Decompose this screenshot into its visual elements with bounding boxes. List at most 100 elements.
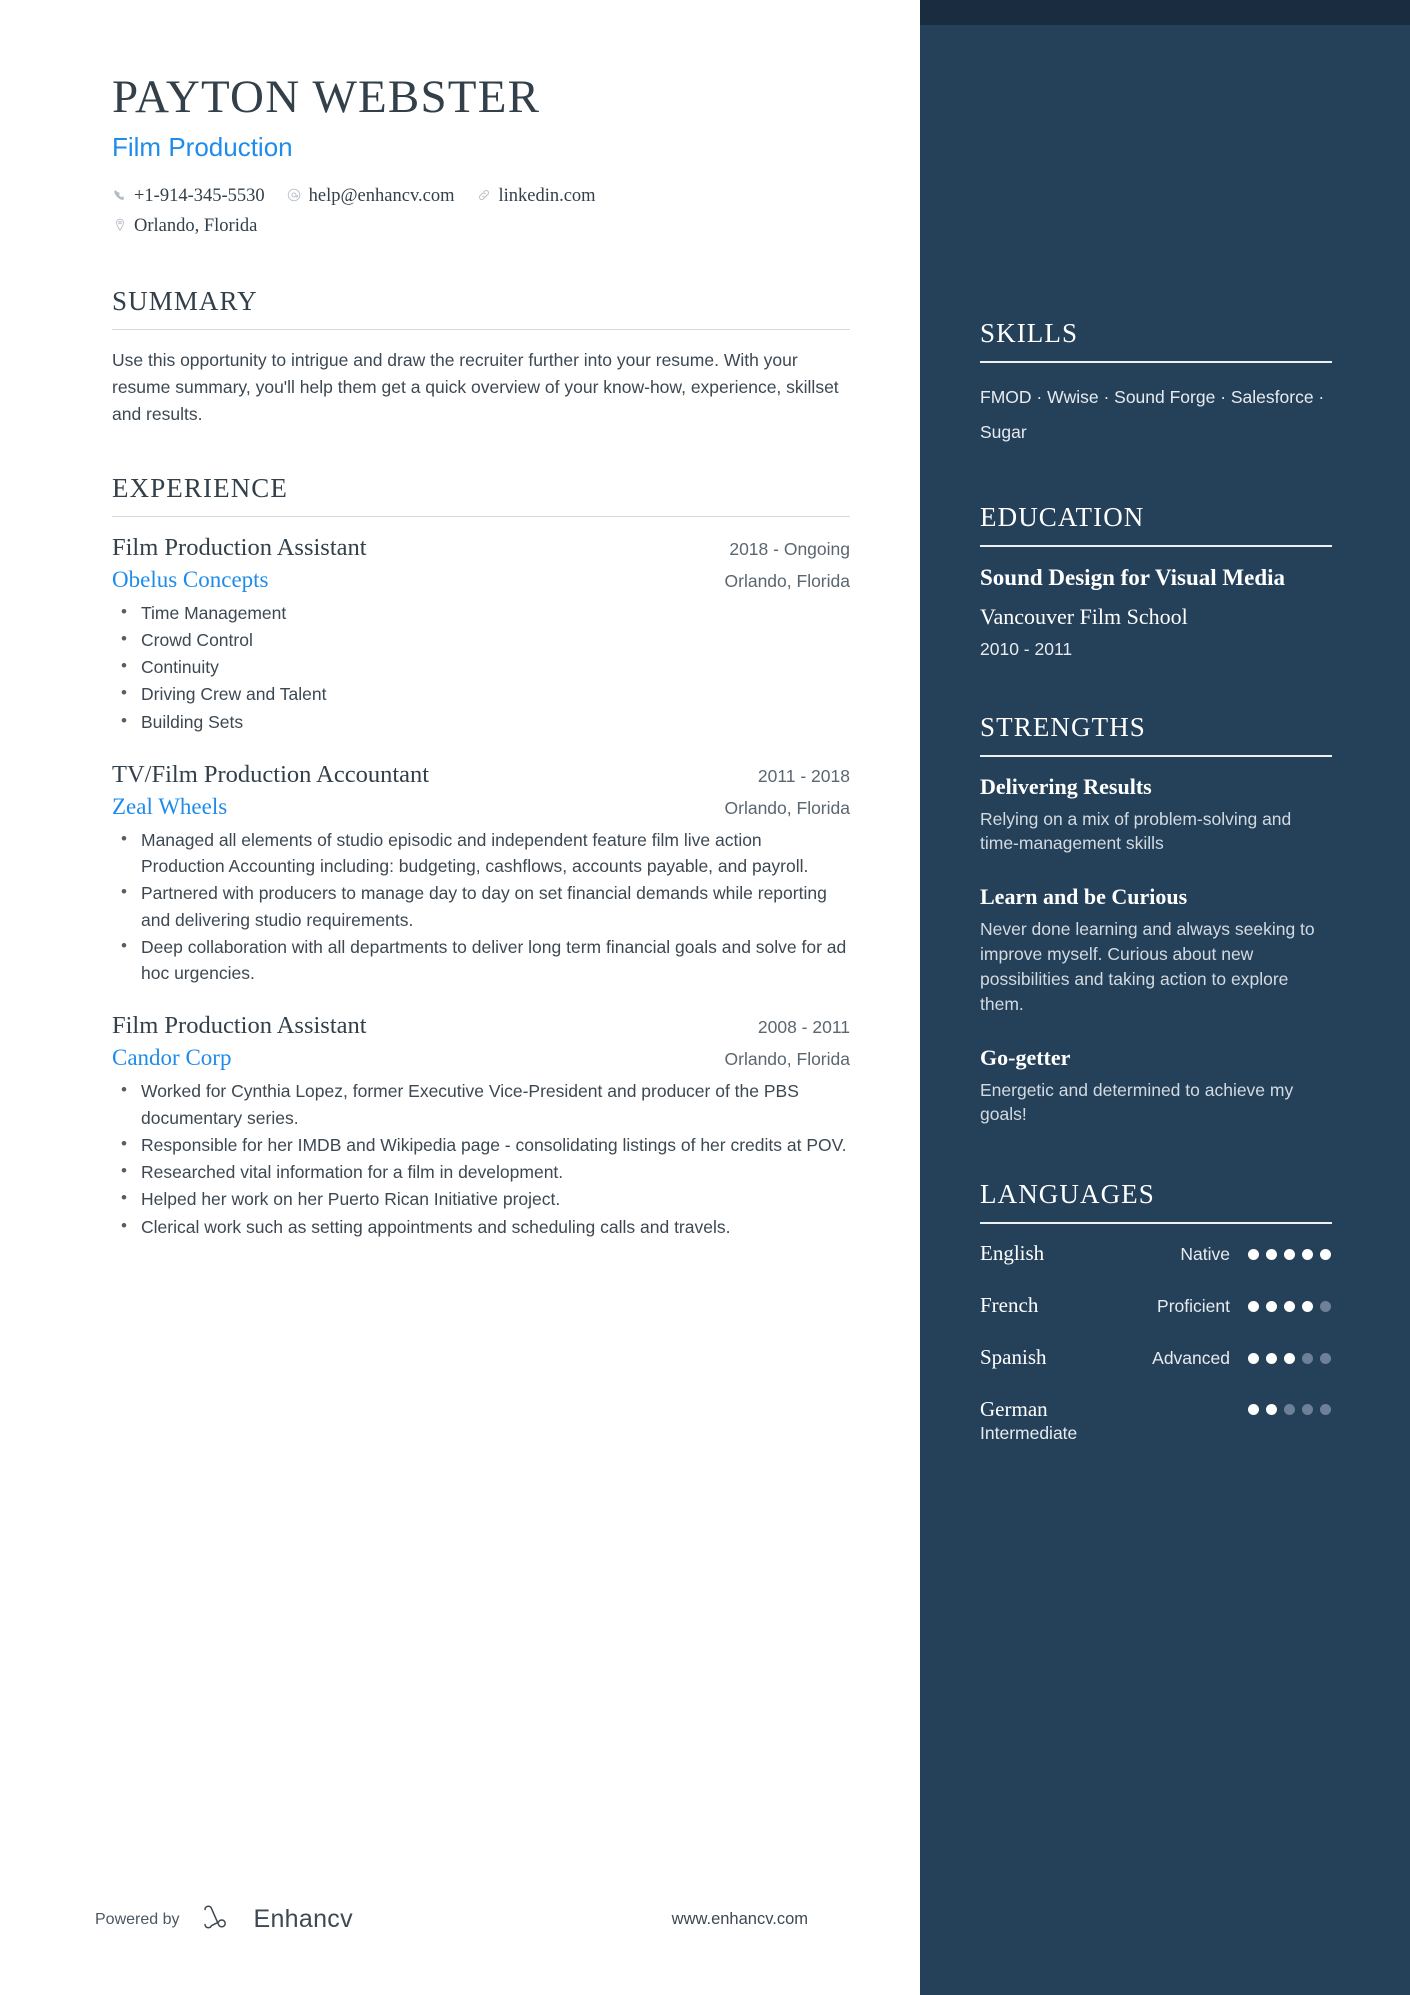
strength-name: Go-getter — [980, 1044, 1071, 1070]
contact-linkedin[interactable]: linkedin.com — [476, 182, 596, 212]
header-block: PAYTON WEBSTER Film Production +1-914-34… — [112, 72, 850, 242]
strength-description: Relying on a mix of problem-solving and … — [980, 808, 1292, 854]
experience-item: Film Production Assistant 2018 - Ongoing… — [112, 534, 850, 735]
language-name: Spanish — [980, 1345, 1047, 1370]
experience-item: TV/Film Production Accountant 2011 - 201… — [112, 761, 850, 987]
job-bullet: Partnered with producers to manage day t… — [112, 879, 850, 933]
education-dates: 2010 - 2011 — [980, 638, 1073, 659]
language-row: Spanish Advanced — [980, 1345, 1332, 1379]
job-title: Film Production Assistant — [112, 1012, 367, 1040]
link-icon — [476, 184, 491, 210]
rating-dot — [1266, 1404, 1277, 1416]
location-pin-icon — [112, 214, 127, 240]
rating-dot — [1302, 1404, 1313, 1416]
education-degree: Sound Design for Visual Media — [980, 565, 1286, 590]
summary-section: SUMMARY Use this opportunity to intrigue… — [112, 286, 850, 429]
job-company[interactable]: Zeal Wheels — [112, 794, 227, 820]
job-title: TV/Film Production Accountant — [112, 760, 430, 788]
job-bullet: Helped her work on her Puerto Rican Init… — [112, 1185, 850, 1212]
page-footer: Powered by Enhancv www.enhancv.com — [0, 1904, 920, 1935]
language-rating-dots — [1248, 1353, 1332, 1365]
job-location: Orlando, Florida — [724, 797, 850, 818]
experience-section: EXPERIENCE Film Production Assistant 201… — [112, 473, 850, 1240]
job-role-subtitle: Film Production — [112, 131, 293, 162]
rating-dot — [1320, 1404, 1331, 1416]
rating-dot — [1302, 1353, 1313, 1365]
rating-dot — [1266, 1301, 1277, 1313]
job-bullet: Researched vital information for a film … — [112, 1158, 850, 1185]
job-bullet: Deep collaboration with all departments … — [112, 933, 850, 987]
summary-divider — [112, 328, 850, 330]
language-level: Proficient — [1157, 1296, 1230, 1317]
strength-item: Delivering Results Relying on a mix of p… — [980, 774, 1332, 857]
rating-dot — [1284, 1404, 1295, 1416]
summary-text: Use this opportunity to intrigue and dra… — [112, 349, 839, 425]
job-dates: 2008 - 2011 — [757, 1017, 850, 1038]
contact-email[interactable]: help@enhancv.com — [287, 182, 455, 212]
language-name: French — [980, 1293, 1039, 1318]
experience-item-header: TV/Film Production Accountant 2011 - 201… — [112, 761, 850, 789]
skills-section-title: SKILLS — [980, 318, 1079, 348]
skills-list: FMOD · Wwise · Sound Forge · Salesforce … — [980, 387, 1325, 442]
language-rating-dots — [1248, 1249, 1332, 1261]
enhancv-wordmark: Enhancv — [253, 1905, 353, 1933]
job-bullet: Worked for Cynthia Lopez, former Executi… — [112, 1077, 850, 1131]
rating-dot — [1248, 1301, 1259, 1313]
job-location: Orlando, Florida — [724, 1049, 850, 1070]
contact-email-text: help@enhancv.com — [308, 185, 455, 206]
contact-linkedin-text: linkedin.com — [498, 185, 596, 206]
languages-section: LANGUAGES English Native French Proficie… — [980, 1179, 1332, 1444]
job-location: Orlando, Florida — [724, 570, 850, 591]
job-company[interactable]: Obelus Concepts — [112, 567, 269, 593]
job-bullet: Crowd Control — [112, 626, 850, 653]
strength-name: Delivering Results — [980, 773, 1152, 799]
powered-by-label: Powered by — [95, 1910, 180, 1928]
skills-divider — [980, 361, 1332, 363]
strengths-section-title: STRENGTHS — [980, 711, 1146, 742]
rating-dot — [1320, 1249, 1331, 1261]
language-row: English Native — [980, 1241, 1332, 1275]
sidebar-top-accent-bar — [920, 0, 1410, 25]
rating-dot — [1266, 1353, 1277, 1365]
job-bullet-list: Managed all elements of studio episodic … — [112, 826, 850, 987]
education-section-title: EDUCATION — [980, 502, 1145, 532]
footer-url[interactable]: www.enhancv.com — [672, 1910, 808, 1929]
language-rating-dots — [1248, 1404, 1332, 1416]
languages-section-title: LANGUAGES — [980, 1179, 1155, 1210]
rating-dot — [1248, 1249, 1259, 1261]
skills-section: SKILLS FMOD · Wwise · Sound Forge · Sale… — [980, 0, 1332, 450]
experience-item-subheader: Obelus Concepts Orlando, Florida — [112, 567, 850, 593]
job-bullet: Clerical work such as setting appointmen… — [112, 1213, 850, 1240]
summary-section-title: SUMMARY — [112, 285, 258, 316]
sidebar-column: SKILLS FMOD · Wwise · Sound Forge · Sale… — [920, 0, 1410, 1995]
strength-description: Energetic and determined to achieve my g… — [980, 1079, 1294, 1125]
experience-item-subheader: Candor Corp Orlando, Florida — [112, 1045, 850, 1071]
rating-dot — [1284, 1353, 1295, 1365]
job-company[interactable]: Candor Corp — [112, 1045, 231, 1071]
language-rating-dots — [1248, 1301, 1332, 1313]
job-bullet: Managed all elements of studio episodic … — [112, 826, 850, 880]
job-bullet: Continuity — [112, 653, 850, 680]
job-bullet: Building Sets — [112, 708, 850, 735]
language-level: Advanced — [1152, 1348, 1230, 1369]
language-row: French Proficient — [980, 1293, 1332, 1327]
strengths-section: STRENGTHS Delivering Results Relying on … — [980, 712, 1332, 1128]
page-title: PAYTON WEBSTER — [112, 71, 541, 123]
experience-item-header: Film Production Assistant 2008 - 2011 — [112, 1012, 850, 1040]
resume-page: PAYTON WEBSTER Film Production +1-914-34… — [0, 0, 1410, 1995]
contact-phone[interactable]: +1-914-345-5530 — [112, 182, 265, 212]
education-divider — [980, 545, 1332, 547]
contact-row-secondary: Orlando, Florida — [112, 212, 850, 242]
language-row: German Intermediate — [980, 1397, 1332, 1444]
main-column: PAYTON WEBSTER Film Production +1-914-34… — [0, 0, 920, 1995]
education-section: EDUCATION Sound Design for Visual Media … — [980, 502, 1332, 660]
contact-location-text: Orlando, Florida — [134, 215, 258, 236]
enhancv-logo-icon — [202, 1904, 244, 1935]
job-dates: 2018 - Ongoing — [729, 538, 850, 559]
contact-row-primary: +1-914-345-5530 help@enhancv.com linkedi… — [112, 182, 850, 212]
rating-dot — [1302, 1249, 1313, 1261]
rating-dot — [1302, 1301, 1313, 1313]
language-level: Intermediate — [980, 1423, 1078, 1444]
rating-dot — [1248, 1353, 1259, 1365]
